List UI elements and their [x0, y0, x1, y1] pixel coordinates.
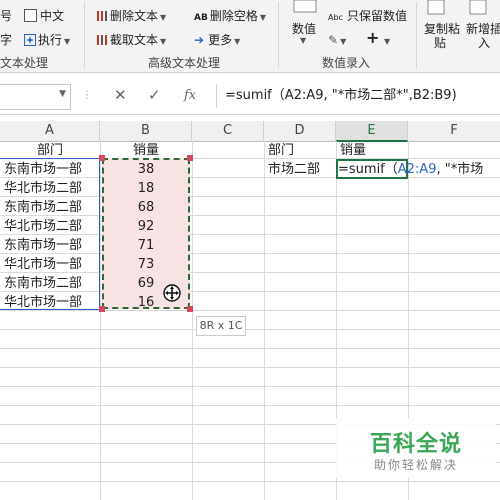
- more-label: 更多: [208, 33, 233, 47]
- abc-icon: Abc: [328, 13, 343, 22]
- move-cursor-icon: [163, 284, 181, 302]
- confirm-icon[interactable]: ✓: [148, 86, 161, 104]
- chevron-down-icon[interactable]: ▼: [59, 89, 66, 99]
- formula-range-ref: A2:A9: [397, 162, 437, 177]
- cell-a4[interactable]: 东南市场二部: [4, 198, 100, 217]
- value-label: 数值: [292, 22, 317, 36]
- cell-b2[interactable]: 38: [102, 160, 190, 179]
- more-button[interactable]: ➔ 更多 ▼: [194, 33, 240, 49]
- edit-dropdown[interactable]: ✎ ▼: [328, 33, 346, 49]
- cell-a5[interactable]: 华北市场二部: [4, 217, 100, 236]
- watermark-title: 百科全说: [369, 432, 462, 457]
- edit-icon: ✎: [328, 33, 339, 47]
- extract-text-button[interactable]: 截取文本 ▼: [96, 33, 166, 49]
- delete-space-button[interactable]: AB 删除空格 ▼: [194, 9, 266, 25]
- cell-b7[interactable]: 73: [102, 255, 190, 274]
- value-button[interactable]: 数值 ▼: [292, 0, 318, 45]
- execute-button[interactable]: 执行 ▼: [24, 33, 70, 49]
- cell-d2[interactable]: 市场二部: [268, 160, 334, 179]
- group-value-entry: 数值录入: [322, 56, 371, 70]
- ribbon-separator: [84, 2, 85, 68]
- ribbon-separator: [278, 2, 279, 68]
- cell-a1[interactable]: 部门: [0, 141, 100, 160]
- formula-input[interactable]: =sumif（A2:A9, "*市场二部*",B2:B9): [216, 84, 500, 108]
- column-header-b[interactable]: B: [100, 121, 192, 142]
- plus-caret[interactable]: ▼: [382, 33, 390, 49]
- column-header-d[interactable]: D: [264, 121, 336, 142]
- execute-label: 执行: [38, 33, 63, 47]
- arrow-right-icon: ➔: [194, 33, 205, 47]
- formula-prefix: =sumif（: [338, 162, 398, 177]
- insert-icon: [469, 0, 487, 15]
- drag-handle-icon[interactable]: ⋮: [82, 90, 92, 101]
- delete-space-label: 删除空格: [209, 9, 258, 23]
- extract-text-icon: [97, 35, 107, 45]
- cell-b3[interactable]: 18: [102, 179, 190, 198]
- delete-text-label: 删除文本: [110, 9, 159, 23]
- column-header-c[interactable]: C: [192, 121, 264, 142]
- copy-paste-label-2: 贴: [434, 36, 447, 50]
- insert-function-icon[interactable]: fx: [184, 88, 196, 103]
- formula-bar: ▼ ⋮ ✕ ✓ fx =sumif（A2:A9, "*市场二部*",B2:B9): [0, 80, 500, 115]
- keep-number-label: 只保留数值: [346, 9, 407, 23]
- add-insert-button[interactable]: 新增插 入: [466, 0, 500, 50]
- formula-buttons: ✕ ✓ fx: [100, 84, 212, 108]
- chinese-label: 中文: [40, 9, 65, 23]
- column-header-f[interactable]: F: [408, 121, 500, 142]
- chevron-down-icon: ▼: [300, 36, 307, 45]
- group-adv-text-process: 高级文本处理: [148, 56, 221, 70]
- ribbon-label-hao[interactable]: 号: [0, 9, 12, 23]
- add-insert-label-2: 入: [478, 36, 491, 50]
- watermark: 百科全说 助你轻松解决: [336, 418, 496, 478]
- cell-a2[interactable]: 东南市场一部: [4, 160, 100, 179]
- cell-a7[interactable]: 华北市场一部: [4, 255, 100, 274]
- cell-a3[interactable]: 华北市场二部: [4, 179, 100, 198]
- ab-icon: AB: [194, 13, 208, 23]
- cell-b4[interactable]: 68: [102, 198, 190, 217]
- formula-suffix: , "*市场: [436, 162, 484, 177]
- chinese-checkbox[interactable]: 中文: [24, 9, 64, 23]
- copy-icon: [427, 0, 445, 15]
- name-box[interactable]: ▼: [0, 84, 71, 110]
- add-insert-label: 新增插: [466, 22, 500, 36]
- cell-b1[interactable]: 销量: [102, 141, 190, 160]
- ribbon-label-zi[interactable]: 字: [0, 33, 12, 47]
- delete-text-button[interactable]: 删除文本 ▼: [96, 9, 166, 25]
- ribbon: 号 中文 字 执行 ▼ 删除文本 ▼ AB 删除空格 ▼ 截取文本 ▼ ➔ 更多 ▼ 数值 ▼…: [0, 0, 500, 73]
- value-icon: [293, 0, 317, 13]
- column-header-e[interactable]: E: [336, 121, 408, 142]
- cell-e2-formula[interactable]: =sumif（A2:A9, "*市场: [338, 160, 500, 179]
- column-header-a[interactable]: A: [0, 121, 100, 142]
- execute-icon: [24, 34, 36, 46]
- ribbon-separator: [416, 2, 417, 68]
- cell-e1[interactable]: 销量: [340, 141, 406, 160]
- checkbox-icon[interactable]: [24, 9, 37, 22]
- cell-a8[interactable]: 东南市场二部: [4, 274, 100, 293]
- copy-paste-label: 复制粘: [424, 22, 461, 36]
- plus-icon[interactable]: +: [366, 30, 379, 46]
- selection-size-tooltip: 8R x 1C: [196, 316, 246, 336]
- extract-text-label: 截取文本: [110, 33, 159, 47]
- copy-paste-button[interactable]: 复制粘 贴: [424, 0, 461, 50]
- cancel-icon[interactable]: ✕: [114, 86, 127, 104]
- cell-a6[interactable]: 东南市场一部: [4, 236, 100, 255]
- keep-number-button[interactable]: Abc 只保留数值: [328, 9, 407, 25]
- cell-a9[interactable]: 华北市场一部: [4, 293, 100, 312]
- delete-text-icon: [97, 11, 107, 21]
- cell-b5[interactable]: 92: [102, 217, 190, 236]
- cell-b6[interactable]: 71: [102, 236, 190, 255]
- cell-d1[interactable]: 部门: [268, 141, 334, 160]
- watermark-subtitle: 助你轻松解决: [373, 458, 458, 472]
- group-text-process: 文本处理: [0, 56, 49, 70]
